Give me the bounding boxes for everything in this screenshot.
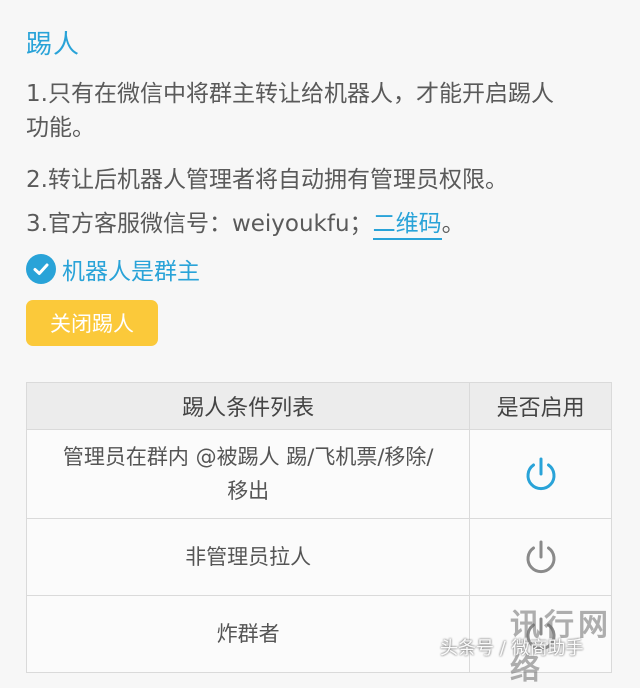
condition-text-line-2: 移出 <box>227 479 270 503</box>
rule-1-line-a: 1.只有在微信中将群主转让给机器人，才能开启踢人 <box>26 81 554 107</box>
support-wechat-text: 3.官方客服微信号：weiyoukfu； <box>26 211 373 237</box>
rule-1-line-b: 功能。 <box>26 115 95 141</box>
power-toggle-icon[interactable] <box>521 537 561 577</box>
check-circle-icon <box>26 254 56 284</box>
condition-cell: 炸群者 <box>25 595 471 673</box>
header-enabled: 是否启用 <box>469 382 612 430</box>
section-title: 踢人 <box>26 30 81 60</box>
table-header-row: 踢人条件列表 是否启用 <box>25 382 612 430</box>
table-row: 非管理员拉人 <box>25 518 612 596</box>
rule-2: 2.转让后机器人管理者将自动拥有管理员权限。 <box>26 167 508 193</box>
enabled-cell <box>469 429 612 519</box>
header-conditions: 踢人条件列表 <box>25 382 471 430</box>
watermark-source: 头条号 / 微商助手 <box>440 638 584 659</box>
disable-kick-button[interactable]: 关闭踢人 <box>26 300 158 346</box>
bot-owner-label: 机器人是群主 <box>62 259 200 285</box>
rule-3: 3.官方客服微信号：weiyoukfu；二维码。 <box>26 206 465 242</box>
condition-cell: 管理员在群内 @被踢人 踢/飞机票/移除/ 移出 <box>25 429 471 519</box>
bot-owner-status: 机器人是群主 <box>26 252 200 286</box>
rule-3-suffix: 。 <box>441 211 465 237</box>
enabled-cell <box>469 518 612 596</box>
table-row: 管理员在群内 @被踢人 踢/飞机票/移除/ 移出 <box>25 429 612 519</box>
power-toggle-icon[interactable] <box>521 454 561 494</box>
condition-text-line-1: 管理员在群内 @被踢人 踢/飞机票/移除/ <box>62 445 434 469</box>
qr-code-link[interactable]: 二维码 <box>372 211 442 240</box>
condition-cell: 非管理员拉人 <box>25 518 471 596</box>
